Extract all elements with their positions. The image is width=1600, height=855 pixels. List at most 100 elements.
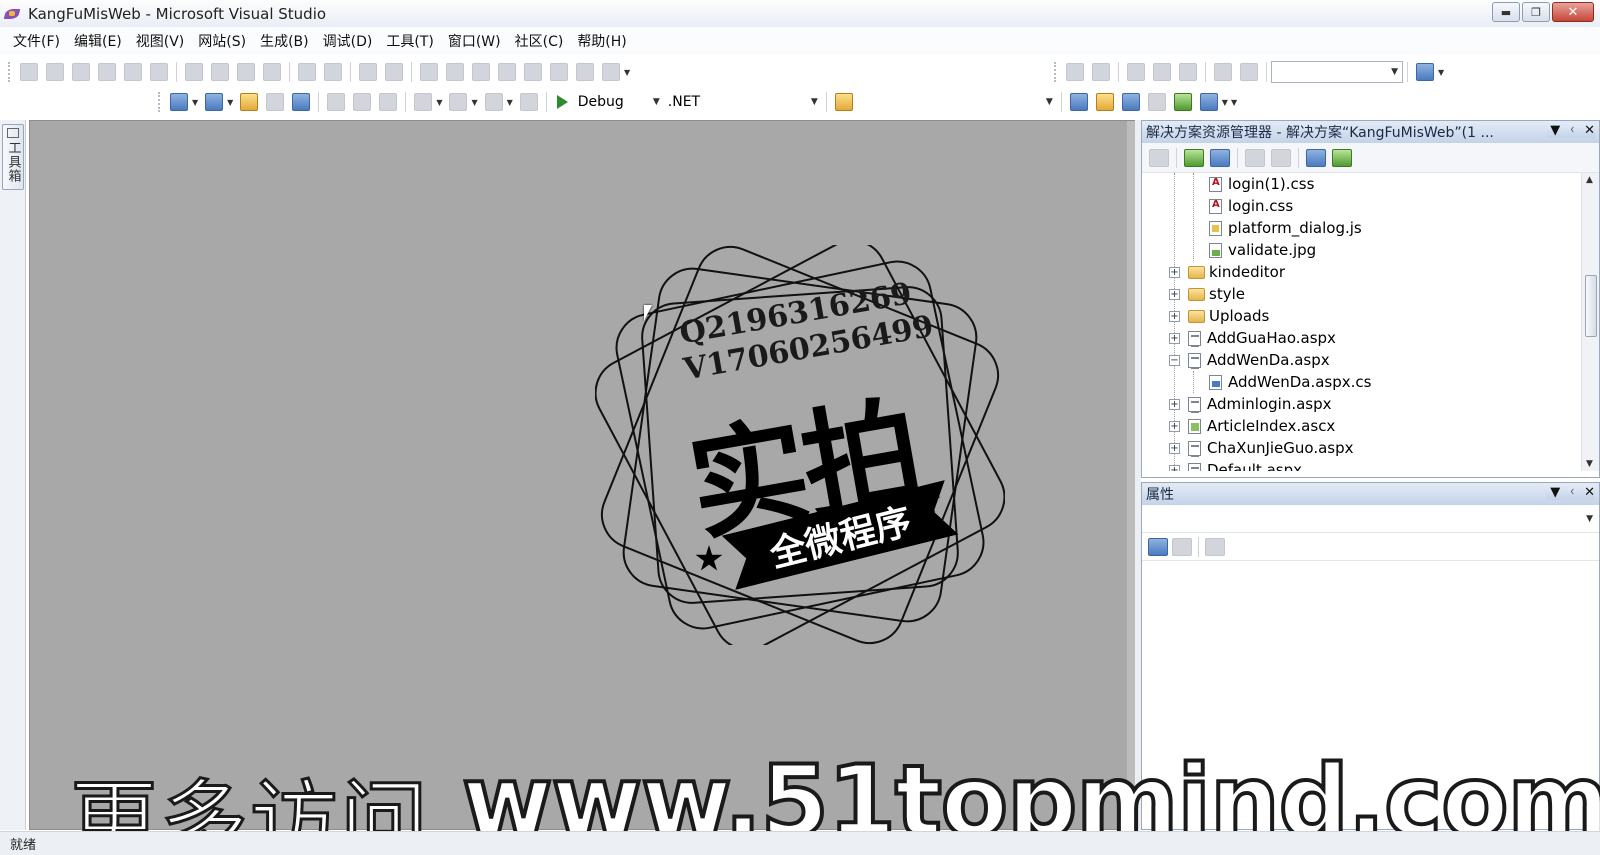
layout-icon[interactable] [550,63,568,81]
format-icon[interactable] [237,63,255,81]
format-icon[interactable] [98,63,116,81]
solution-platform-select[interactable]: .NET ▼ [664,91,822,113]
categorized-icon[interactable] [1148,537,1168,556]
property-pages-icon[interactable] [1205,537,1225,556]
solution-configuration-select[interactable]: Debug ▼ [574,91,664,113]
format-icon[interactable] [150,63,168,81]
navigate-forward-icon[interactable] [519,93,538,111]
format-icon[interactable] [211,63,229,81]
bookmark-icon[interactable] [1127,63,1145,81]
expand-icon[interactable]: + [1169,266,1180,278]
view-code-icon[interactable] [1245,148,1265,167]
editor-scrollbar[interactable] [1127,121,1135,829]
tree-item[interactable]: login.css [1142,195,1599,217]
pin-icon[interactable]: ᚲ [1568,485,1576,500]
save-all-icon[interactable] [292,93,311,111]
nest-related-files-icon[interactable] [1210,148,1230,167]
find-icon[interactable] [1416,63,1434,81]
copy-icon[interactable] [353,93,372,111]
start-page-icon[interactable] [1173,93,1192,111]
list-icon[interactable] [359,63,377,81]
format-icon[interactable] [46,63,64,81]
panel-menu-icon[interactable]: ▼ [1550,123,1560,138]
start-debugging-icon[interactable] [556,95,568,109]
menu-website[interactable]: 网站(S) [191,31,253,51]
layout-icon[interactable] [420,63,438,81]
chevron-down-icon[interactable]: ▼ [471,98,477,107]
indent-icon[interactable] [298,63,316,81]
format-icon[interactable] [20,63,38,81]
tree-item[interactable]: + Adminlogin.aspx [1142,393,1599,415]
format-icon[interactable] [72,63,90,81]
find-combo[interactable]: ▼ [1271,61,1403,83]
layout-icon[interactable] [446,63,464,81]
find-combo[interactable]: ▼ [857,91,1057,113]
toolbox-icon[interactable] [1147,93,1166,111]
scrollbar-thumb[interactable] [1585,275,1597,337]
chevron-down-icon[interactable]: ▼ [507,98,513,107]
close-icon[interactable]: ✕ [1584,485,1595,500]
tree-item[interactable]: validate.jpg [1142,239,1599,261]
cut-icon[interactable] [327,93,346,111]
layout-icon[interactable] [576,63,594,81]
toolbar-overflow-icon[interactable]: ▼ [1438,68,1444,77]
panel-menu-icon[interactable]: ▼ [1550,485,1560,500]
open-file-icon[interactable] [240,93,259,111]
toolbar-grip[interactable] [158,92,162,112]
add-item-icon[interactable] [205,93,224,111]
menu-window[interactable]: 窗口(W) [441,31,508,51]
restore-button[interactable]: ❐ [1522,2,1550,22]
uncomment-icon[interactable] [1092,63,1110,81]
tree-item[interactable]: + ArticleIndex.ascx [1142,415,1599,437]
pin-icon[interactable]: ᚲ [1568,123,1576,138]
undo-icon[interactable] [414,93,433,111]
expand-icon[interactable]: + [1169,310,1180,322]
copy-website-icon[interactable] [1306,148,1326,167]
object-browser-icon[interactable] [1121,93,1140,111]
tree-item[interactable]: AddWenDa.aspx.cs [1142,371,1599,393]
scroll-down-icon[interactable]: ▼ [1586,459,1593,469]
chevron-down-icon[interactable]: ▼ [436,98,442,107]
toolbar-grip[interactable] [8,62,12,82]
layout-icon[interactable] [602,63,620,81]
alphabetical-icon[interactable] [1172,537,1192,556]
solution-tree-scrollbar[interactable]: ▲ ▼ [1581,173,1599,471]
refresh-icon[interactable] [1184,148,1204,167]
list-icon[interactable] [385,63,403,81]
list-icon[interactable] [1214,63,1232,81]
expand-icon[interactable]: + [1169,288,1180,300]
menu-build[interactable]: 生成(B) [253,31,316,51]
minimize-button[interactable]: ▬ [1492,2,1520,22]
close-button[interactable]: ✕ [1552,2,1594,22]
properties-icon[interactable] [1149,148,1169,167]
menu-tools[interactable]: 工具(T) [379,31,440,51]
layout-icon[interactable] [524,63,542,81]
toolbar-grip[interactable] [1054,62,1058,82]
layout-icon[interactable] [498,63,516,81]
redo-icon[interactable] [449,93,468,111]
menu-community[interactable]: 社区(C) [508,31,571,51]
format-icon[interactable] [124,63,142,81]
outdent-icon[interactable] [1179,63,1197,81]
collapse-icon[interactable]: − [1169,354,1180,366]
menu-file[interactable]: 文件(F) [6,31,67,51]
format-icon[interactable] [263,63,281,81]
tree-item[interactable]: + ChaXunJieGuo.aspx [1142,437,1599,459]
expand-icon[interactable]: + [1169,332,1180,344]
menu-debug[interactable]: 调试(D) [316,31,380,51]
chevron-down-icon[interactable]: ▼ [192,98,198,107]
comment-icon[interactable] [1066,63,1084,81]
tree-item[interactable]: + Uploads [1142,305,1599,327]
chevron-down-icon[interactable]: ▼ [1222,98,1228,107]
tree-item[interactable]: + style [1142,283,1599,305]
close-icon[interactable]: ✕ [1584,123,1595,138]
menu-edit[interactable]: 编辑(E) [67,31,129,51]
asp-net-configuration-icon[interactable] [1332,148,1352,167]
outdent-icon[interactable] [324,63,342,81]
expand-icon[interactable]: + [1169,398,1180,410]
properties-object-select[interactable]: ▼ [1142,505,1599,533]
navigate-backward-icon[interactable] [484,93,503,111]
window-icon[interactable] [1199,93,1218,111]
tree-item[interactable]: − AddWenDa.aspx [1142,349,1599,371]
menu-help[interactable]: 帮助(H) [570,31,633,51]
